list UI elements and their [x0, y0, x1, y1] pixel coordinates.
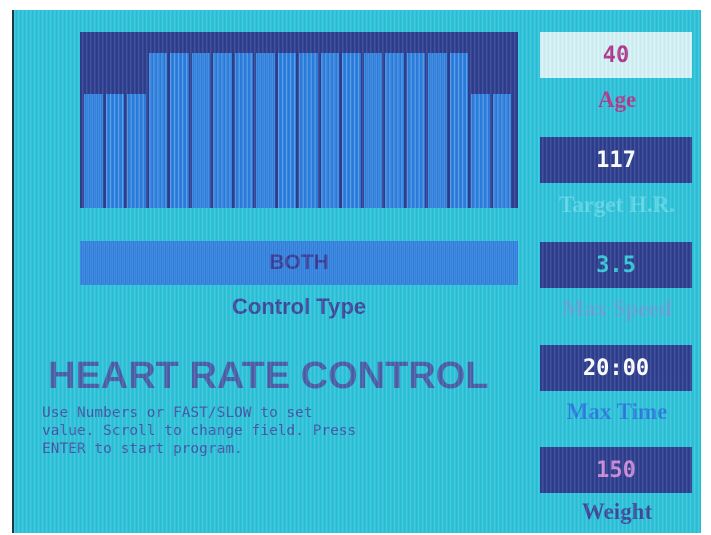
max-time-value: 20:00 — [582, 355, 650, 381]
weight-field[interactable]: 150 — [540, 447, 692, 493]
control-type-label: Control Type — [231, 294, 367, 319]
target-hr-value: 117 — [596, 147, 636, 173]
profile-bar — [84, 93, 103, 208]
max-speed-label: Max Speed — [562, 296, 672, 321]
max-time-field[interactable]: 20:00 — [540, 345, 692, 391]
profile-bar — [277, 53, 296, 208]
workout-profile-chart — [80, 32, 518, 208]
control-type-value: BOTH — [269, 251, 329, 274]
profile-bar — [105, 93, 124, 208]
profile-bar — [471, 93, 490, 208]
max-time-label: Max Time — [566, 399, 668, 424]
profile-bar — [127, 93, 146, 208]
profile-bar — [170, 53, 189, 208]
profile-bar — [492, 93, 511, 208]
program-title: HEART RATE CONTROL — [48, 355, 489, 397]
weight-value: 150 — [596, 457, 636, 483]
age-field[interactable]: 40 — [540, 32, 692, 78]
profile-bar — [148, 53, 167, 208]
control-type-field[interactable]: BOTH — [80, 241, 518, 285]
age-label: Age — [597, 87, 637, 112]
profile-bar — [449, 53, 468, 208]
profile-bar — [342, 53, 361, 208]
profile-bars — [84, 32, 514, 208]
profile-bar — [191, 53, 210, 208]
age-value: 40 — [602, 42, 630, 68]
weight-label: Weight — [581, 499, 653, 524]
instructions-text: Use Numbers or FAST/SLOW to set value. S… — [42, 405, 357, 457]
profile-bar — [299, 53, 318, 208]
console-screen: BOTH Control Type HEART RATE CONTROL Use… — [12, 10, 701, 533]
target-hr-field[interactable]: 117 — [540, 137, 692, 183]
profile-bar — [428, 53, 447, 208]
profile-bar — [213, 53, 232, 208]
max-speed-value: 3.5 — [596, 252, 636, 278]
target-hr-label: Target H.R. — [558, 192, 676, 217]
profile-bar — [363, 53, 382, 208]
max-speed-field[interactable]: 3.5 — [540, 242, 692, 288]
profile-bar — [256, 53, 275, 208]
profile-bar — [320, 53, 339, 208]
profile-bar — [406, 53, 425, 208]
profile-bar — [385, 53, 404, 208]
profile-bar — [234, 53, 253, 208]
